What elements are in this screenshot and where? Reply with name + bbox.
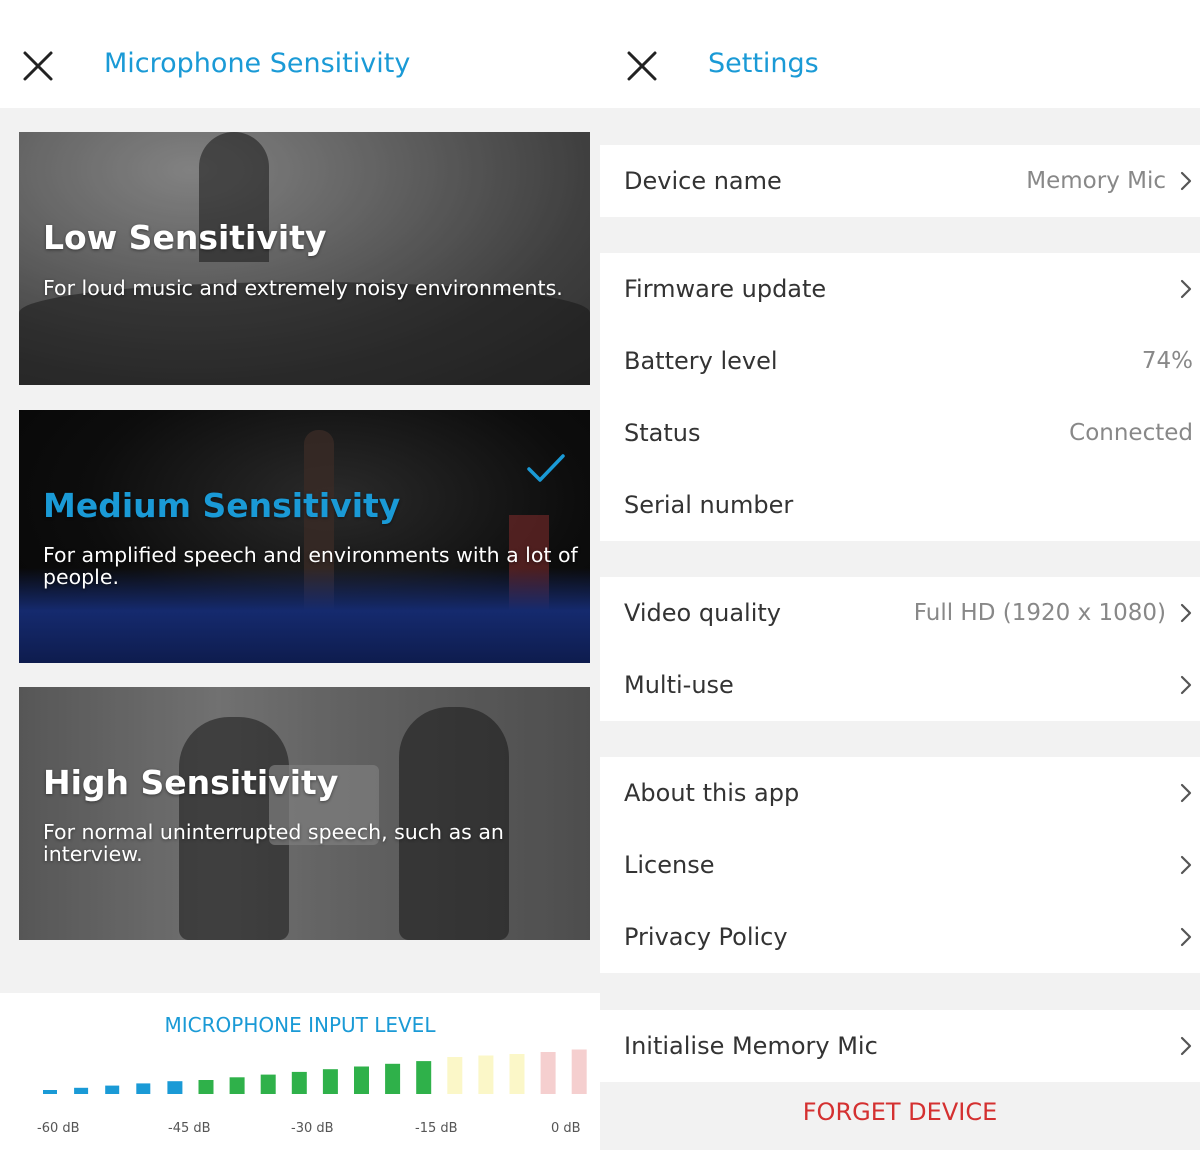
- level-segment: [105, 1085, 120, 1094]
- settings-row-serial-number: Serial number: [600, 469, 1200, 541]
- settings-row-label: About this app: [624, 779, 800, 807]
- db-scale-label: -30 dB: [291, 1121, 334, 1136]
- medium-sensitivity-title: Medium Sensitivity: [43, 486, 401, 525]
- chevron-right-icon: [1180, 783, 1192, 803]
- chevron-right-icon: [1180, 855, 1192, 875]
- settings-row-value: 74%: [1141, 348, 1193, 374]
- forget-device-button[interactable]: FORGET DEVICE: [600, 1098, 1200, 1126]
- level-segment: [571, 1049, 587, 1094]
- settings-row-label: Initialise Memory Mic: [624, 1032, 878, 1060]
- settings-row-label: Device name: [624, 167, 782, 195]
- settings-header: Settings: [600, 0, 1200, 108]
- settings-row-label: Firmware update: [624, 275, 827, 303]
- chevron-right-icon: [1180, 927, 1192, 947]
- settings-row-label: Battery level: [624, 347, 778, 375]
- settings-row-initialise-memory-mic[interactable]: Initialise Memory Mic: [600, 1010, 1200, 1082]
- settings-row-label: Privacy Policy: [624, 923, 788, 951]
- settings-row-value: Full HD (1920 x 1080): [913, 600, 1166, 626]
- medium-sensitivity-option[interactable]: Medium Sensitivity For amplified speech …: [19, 410, 590, 663]
- settings-screen: Settings Device name Memory Mic Firmware u…: [600, 0, 1200, 1150]
- low-sensitivity-option[interactable]: Low Sensitivity For loud music and extre…: [19, 132, 590, 385]
- db-scale-label: 0 dB: [551, 1121, 581, 1136]
- medium-sensitivity-description: For amplified speech and environments wi…: [43, 543, 578, 589]
- level-segment: [447, 1057, 463, 1094]
- settings-row-about-this-app[interactable]: About this app: [600, 757, 1200, 829]
- high-sensitivity-option[interactable]: High Sensitivity For normal uninterrupte…: [19, 687, 590, 940]
- chevron-right-icon: [1180, 1036, 1192, 1056]
- settings-row-label: License: [624, 851, 715, 879]
- close-icon: [23, 51, 53, 81]
- level-segment: [43, 1090, 57, 1094]
- db-scale-label: -60 dB: [37, 1121, 80, 1136]
- close-button[interactable]: [16, 44, 60, 88]
- level-segment: [354, 1066, 369, 1094]
- interview-image: [19, 687, 590, 940]
- level-segment: [478, 1055, 494, 1094]
- input-level-panel: MICROPHONE INPUT LEVEL -60 dB -45 dB -30…: [0, 993, 600, 1150]
- level-segment: [136, 1083, 151, 1094]
- level-segment: [74, 1087, 89, 1094]
- chevron-right-icon: [1180, 279, 1192, 299]
- settings-row-device-name[interactable]: Device name Memory Mic: [600, 145, 1200, 217]
- level-segment: [416, 1061, 432, 1094]
- sensitivity-header: Microphone Sensitivity: [0, 0, 600, 108]
- settings-group: About this app License Privacy Policy: [600, 757, 1200, 973]
- settings-group: Firmware update Battery level 74% Status Con…: [600, 253, 1200, 541]
- page-title: Settings: [708, 48, 819, 79]
- settings-row-multi-use[interactable]: Multi-use: [600, 649, 1200, 721]
- concert-crowd-image: [19, 132, 590, 385]
- level-segment: [540, 1052, 556, 1094]
- microphone-sensitivity-screen: Microphone Sensitivity Low Sensitivity F…: [0, 0, 600, 1150]
- settings-row-label: Status: [624, 419, 701, 447]
- settings-row-status: Status Connected: [600, 397, 1200, 469]
- chevron-right-icon: [1180, 171, 1192, 191]
- settings-row-firmware-update[interactable]: Firmware update: [600, 253, 1200, 325]
- level-segment: [260, 1074, 276, 1094]
- settings-row-video-quality[interactable]: Video quality Full HD (1920 x 1080): [600, 577, 1200, 649]
- high-sensitivity-description: For normal uninterrupted speech, such as…: [43, 820, 504, 866]
- settings-row-privacy-policy[interactable]: Privacy Policy: [600, 901, 1200, 973]
- settings-group: Initialise Memory Mic: [600, 1010, 1200, 1082]
- level-segment: [198, 1080, 214, 1094]
- low-sensitivity-description: For loud music and extremely noisy envir…: [43, 276, 563, 300]
- close-button[interactable]: [620, 44, 664, 88]
- speaker-on-stage-image: [19, 410, 590, 663]
- settings-row-label: Serial number: [624, 491, 794, 519]
- level-segment: [229, 1077, 245, 1094]
- settings-row-label: Video quality: [624, 599, 781, 627]
- chevron-right-icon: [1180, 675, 1192, 695]
- level-segment: [291, 1071, 307, 1094]
- low-sensitivity-title: Low Sensitivity: [43, 218, 327, 257]
- level-segment: [322, 1069, 338, 1094]
- input-level-title: MICROPHONE INPUT LEVEL: [164, 1013, 436, 1037]
- page-title: Microphone Sensitivity: [104, 48, 411, 79]
- level-segment: [167, 1081, 183, 1094]
- high-sensitivity-title: High Sensitivity: [43, 763, 339, 802]
- settings-group: Device name Memory Mic: [600, 145, 1200, 217]
- settings-group: Video quality Full HD (1920 x 1080) Multi-…: [600, 577, 1200, 721]
- level-segment: [509, 1054, 525, 1094]
- settings-row-license[interactable]: License: [600, 829, 1200, 901]
- close-icon: [627, 51, 657, 81]
- level-segment: [385, 1063, 401, 1094]
- settings-row-label: Multi-use: [624, 671, 734, 699]
- chevron-right-icon: [1180, 603, 1192, 623]
- settings-row-battery-level: Battery level 74%: [600, 325, 1200, 397]
- db-scale-label: -15 dB: [415, 1121, 458, 1136]
- settings-row-value: Memory Mic: [1026, 168, 1166, 194]
- db-scale-label: -45 dB: [168, 1121, 211, 1136]
- selected-check-icon: [527, 454, 565, 482]
- settings-row-value: Connected: [1069, 420, 1193, 446]
